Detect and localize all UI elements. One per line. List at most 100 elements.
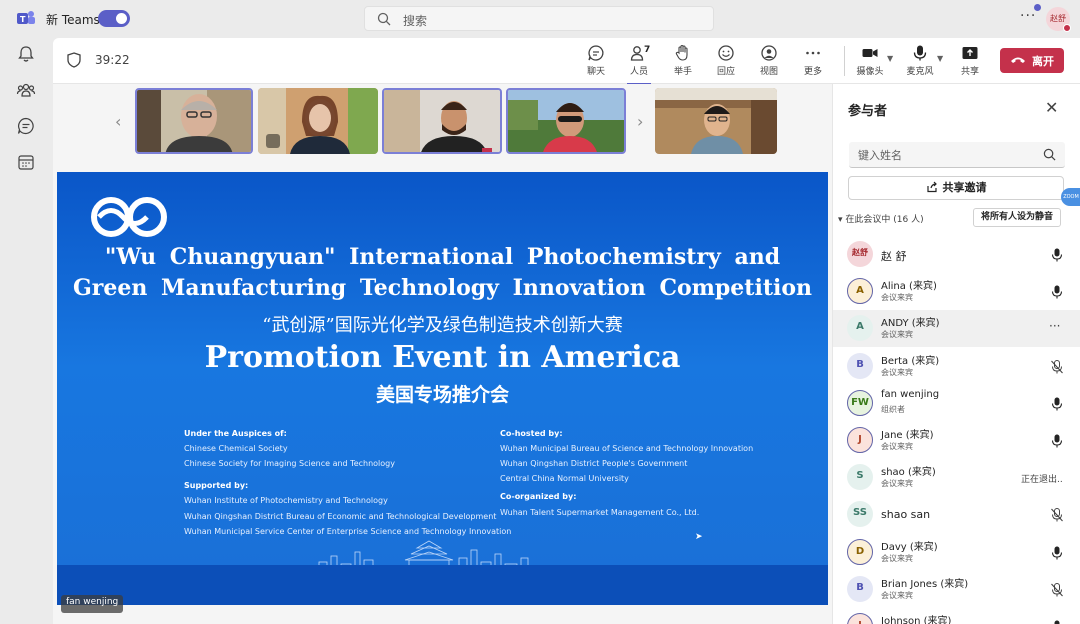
in-meeting-section-header[interactable]: ▾ 在此会议中 (16 人) [838,212,924,225]
close-icon[interactable]: ✕ [1045,98,1058,117]
search-icon [1043,148,1056,161]
mic-muted-icon[interactable] [1051,359,1063,374]
participant-avatar: B [847,352,873,379]
view-button[interactable]: 视图 [747,44,791,80]
raise-label: 举手 [673,67,692,77]
chat-icon[interactable] [16,116,36,136]
participant-row[interactable]: SS shao san [833,496,1080,533]
react-label: 回应 [716,67,735,77]
chat-button[interactable]: 聊天 [574,44,618,80]
mute-all-button[interactable]: 将所有人设为静音 [973,208,1062,227]
view-icon [761,45,777,61]
participant-row[interactable]: J Jane (来宾) 会议来宾 [833,422,1080,459]
people-button[interactable]: 7 人员 [617,44,661,85]
participant-row[interactable]: A Alina (来宾) 会议来宾 [833,273,1080,310]
slide-promo-title: Promotion Event in America [204,340,681,375]
search-icon [377,12,391,26]
competition-logo-icon [91,197,167,237]
raise-hand-button[interactable]: 举手 [661,44,705,80]
participant-row[interactable]: JJohnson (来宾)会议来宾 [833,608,1080,624]
participant-more-icon[interactable]: ··· [1049,319,1060,333]
mic-button[interactable]: 麦克风 [898,44,942,80]
user-avatar[interactable]: 赵舒 [1046,7,1071,32]
global-search-input[interactable]: 搜索 [364,6,714,31]
microphone-icon[interactable] [1051,546,1063,560]
participant-row[interactable]: B Berta (来宾) 会议来宾 [833,348,1080,385]
participant-name: Johnson (来宾) [881,616,952,624]
more-label: 更多 [803,67,822,77]
participant-name: Brian Jones (来宾) [881,578,969,590]
video-tile[interactable] [655,88,777,154]
shared-screen-slide: "Wu Chuangyuan" International Photochemi… [57,172,828,605]
participant-row[interactable]: D Davy (来宾) 会议来宾 [833,534,1080,571]
people-label: 人员 [629,67,648,77]
left-rail [0,38,52,624]
strip-prev-chevron-icon[interactable]: ‹ [115,112,121,131]
cohosted-item: Wuhan Qingshan District People's Governm… [500,459,688,468]
leave-button[interactable]: 离开 [1000,48,1064,73]
strip-next-chevron-icon[interactable]: › [637,112,643,131]
microphone-icon[interactable] [1051,620,1063,624]
participant-row[interactable]: B Brian Jones (来宾) 会议来宾 [833,571,1080,608]
shield-icon[interactable] [67,52,81,68]
microphone-icon[interactable] [1051,285,1063,299]
participant-row[interactable]: A ANDY (来宾) 会议来宾 ··· [833,310,1080,348]
more-dots-icon [806,51,820,55]
view-label: 视图 [759,67,778,77]
camera-options-chevron-icon[interactable]: ▼ [887,54,893,63]
more-button[interactable]: 更多 [791,44,835,80]
participant-name: 赵 舒 [881,250,907,263]
zoom-badge[interactable]: ZOOM [1061,188,1080,206]
participant-role: 会议来宾 [881,367,913,377]
participant-role: 会议来宾 [881,553,913,563]
microphone-icon[interactable] [1051,434,1063,448]
participant-row[interactable]: FW fan wenjing 组织者 [833,385,1080,422]
video-thumbnail-strip: ‹ › [53,84,831,164]
video-tile[interactable] [135,88,253,154]
slide-footer-band [57,565,828,605]
chat-label: 聊天 [586,67,605,77]
video-tile[interactable] [506,88,626,154]
share-screen-icon [962,47,978,59]
toolbar-separator [844,46,845,76]
hang-up-phone-icon [1011,57,1025,63]
microphone-icon [913,45,927,61]
mic-muted-icon[interactable] [1051,582,1063,597]
participant-name: shao san [881,508,931,522]
share-button[interactable]: 共享 [948,44,992,80]
supported-item: Wuhan Institute of Photochemistry and Te… [184,496,388,505]
participant-avatar: J [847,427,873,453]
participant-role: 组织者 [881,404,905,414]
mic-options-chevron-icon[interactable]: ▼ [937,54,943,63]
panel-title: 参与者 [848,104,888,119]
share-label: 共享 [960,67,979,77]
teams-people-icon[interactable] [16,80,36,100]
participant-avatar: B [847,575,873,602]
participant-avatar: FW [847,389,873,416]
react-button[interactable]: 回应 [704,44,748,80]
mic-muted-icon[interactable] [1051,508,1063,522]
cohosted-item: Central China Normal University [500,474,629,483]
participant-row[interactable]: 赵舒赵 舒 [833,236,1080,273]
share-invite-button[interactable]: 共享邀请 [848,176,1064,200]
supported-heading: Supported by: [184,481,249,490]
camera-button[interactable]: 摄像头 [848,44,892,80]
participant-search-input[interactable]: 键入姓名 [849,142,1065,168]
participant-row[interactable]: Sshao (来宾) 会议来宾 正在退出.. [833,459,1080,496]
participant-role: 会议来宾 [881,590,913,600]
participant-role: 会议来宾 [881,442,913,451]
leave-label: 离开 [1032,55,1054,68]
participant-status: 正在退出.. [1021,475,1063,486]
participant-name: shao (来宾) [881,467,936,479]
video-tile[interactable] [258,88,378,154]
supported-item: Wuhan Municipal Service Center of Enterp… [184,527,512,536]
new-teams-toggle[interactable] [98,10,130,27]
microphone-icon[interactable] [1051,248,1063,262]
more-options-button[interactable]: ··· [1020,8,1036,24]
people-count-badge: 7 [644,45,651,55]
bell-icon[interactable] [16,44,36,64]
microphone-icon[interactable] [1051,397,1063,411]
participant-name: Davy (来宾) [881,541,938,553]
calendar-icon[interactable] [16,152,36,172]
video-tile[interactable] [382,88,502,154]
